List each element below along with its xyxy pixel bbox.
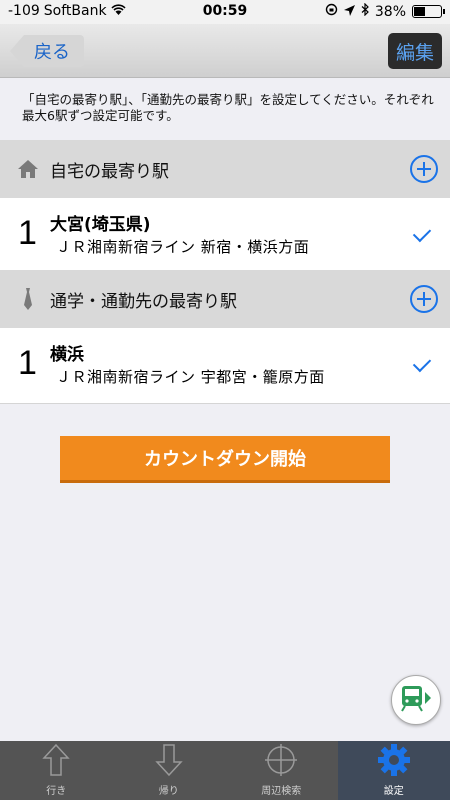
tab-nearby-search[interactable]: 周辺検索	[225, 741, 338, 800]
home-station-header: 自宅の最寄り駅	[0, 140, 450, 198]
description-text: 「自宅の最寄り駅」、「通勤先の最寄り駅」を設定してください。それぞれ最大6駅ずつ…	[22, 92, 434, 123]
tab-outbound[interactable]: 行き	[0, 741, 113, 800]
tab-label: 帰り	[158, 786, 179, 797]
checkmark-icon	[412, 223, 432, 243]
tab-label: 周辺検索	[261, 786, 302, 797]
station-line: ＪＲ湘南新宿ライン 新宿・横浜方面	[56, 238, 310, 256]
bluetooth-icon	[361, 2, 369, 20]
arrow-down-icon	[155, 743, 183, 780]
tab-bar: 行き 帰り 周辺検索 設定	[0, 741, 450, 800]
train-icon	[399, 683, 433, 717]
necktie-icon	[16, 287, 40, 311]
back-button[interactable]: 戻る	[10, 35, 84, 67]
location-arrow-icon	[343, 4, 355, 20]
edit-button[interactable]: 編集	[388, 33, 442, 69]
battery-icon	[412, 5, 445, 18]
tab-label: 設定	[383, 786, 404, 797]
station-name: 横浜	[50, 345, 84, 365]
battery-percent: 38%	[374, 3, 406, 20]
gear-icon	[377, 743, 411, 780]
lock-rotation-icon	[325, 3, 338, 20]
section-title: 自宅の最寄り駅	[50, 161, 169, 182]
add-work-station-button[interactable]	[410, 285, 438, 313]
tab-settings[interactable]: 設定	[337, 741, 450, 800]
train-button[interactable]	[391, 675, 441, 725]
section-title: 通学・通勤先の最寄り駅	[50, 291, 237, 312]
status-right: 38%	[325, 2, 445, 20]
checkmark-icon	[412, 353, 432, 373]
station-index: 1	[18, 344, 37, 382]
house-icon	[16, 157, 40, 181]
status-bar: -109 SoftBank 00:59 38%	[0, 0, 450, 24]
home-station-row[interactable]: 1 大宮(埼玉県) ＪＲ湘南新宿ライン 新宿・横浜方面	[0, 198, 450, 274]
station-name: 大宮(埼玉県)	[50, 215, 151, 235]
navigation-bar: 戻る 編集	[0, 24, 450, 78]
arrow-up-icon	[42, 743, 70, 780]
start-countdown-button[interactable]: カウントダウン開始	[60, 436, 390, 480]
work-station-header: 通学・通勤先の最寄り駅	[0, 270, 450, 328]
tab-return[interactable]: 帰り	[113, 741, 226, 800]
station-index: 1	[18, 214, 37, 252]
work-station-row[interactable]: 1 横浜 ＪＲ湘南新宿ライン 宇都宮・籠原方面	[0, 328, 450, 404]
crosshair-icon	[264, 743, 298, 780]
add-home-station-button[interactable]	[410, 155, 438, 183]
tab-label: 行き	[46, 786, 67, 797]
station-line: ＪＲ湘南新宿ライン 宇都宮・籠原方面	[56, 368, 325, 386]
